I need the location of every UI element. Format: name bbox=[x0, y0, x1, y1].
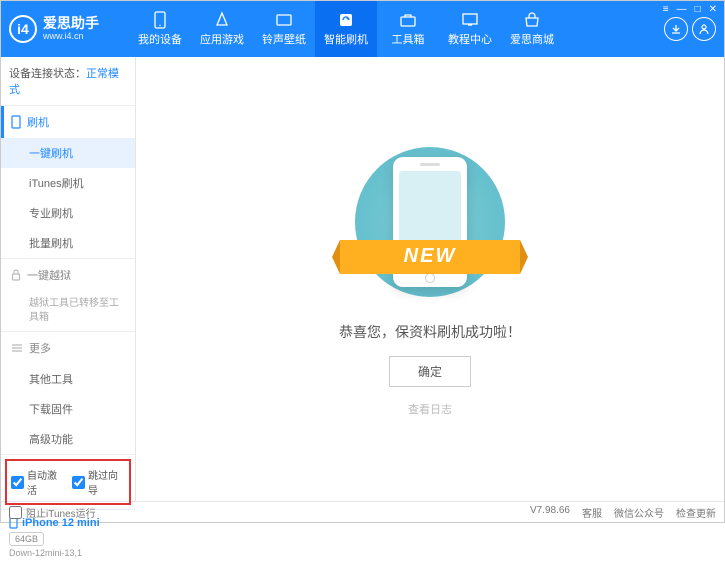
view-log-link[interactable]: 查看日志 bbox=[408, 401, 452, 417]
sidebar-section-flash[interactable]: 刷机 bbox=[1, 106, 135, 138]
sidebar-item-advanced[interactable]: 高级功能 bbox=[1, 424, 135, 454]
user-icon[interactable] bbox=[692, 17, 716, 41]
main-content: NEW 恭喜您，保资料刷机成功啦！ 确定 查看日志 bbox=[136, 57, 724, 501]
connection-status: 设备连接状态：正常模式 bbox=[1, 57, 135, 106]
nav-my-device[interactable]: 我的设备 bbox=[129, 1, 191, 57]
nav-toolbox[interactable]: 工具箱 bbox=[377, 1, 439, 57]
device-storage: 64GB bbox=[9, 532, 44, 546]
jailbreak-note: 越狱工具已转移至工具箱 bbox=[1, 291, 135, 331]
nav-tutorial[interactable]: 教程中心 bbox=[439, 1, 501, 57]
sidebar-item-itunes-flash[interactable]: iTunes刷机 bbox=[1, 168, 135, 198]
block-itunes-checkbox[interactable]: 阻止iTunes运行 bbox=[9, 505, 96, 520]
app-url: www.i4.cn bbox=[43, 32, 99, 42]
sidebar-item-batch-flash[interactable]: 批量刷机 bbox=[1, 228, 135, 258]
auto-activate-checkbox[interactable]: 自动激活 bbox=[11, 467, 64, 497]
version-label: V7.98.66 bbox=[530, 505, 570, 520]
app-title: 爱思助手 bbox=[43, 16, 99, 31]
success-message: 恭喜您，保资料刷机成功啦！ bbox=[339, 322, 521, 342]
logo: i4 爱思助手 www.i4.cn bbox=[9, 15, 129, 43]
sidebar-item-other-tools[interactable]: 其他工具 bbox=[1, 364, 135, 394]
footer-link-support[interactable]: 客服 bbox=[582, 505, 602, 520]
window-controls: ≡ — □ ✕ bbox=[663, 4, 717, 15]
options-highlight-box: 自动激活 跳过向导 bbox=[5, 459, 131, 505]
toolbox-icon bbox=[399, 11, 417, 29]
maximize-icon[interactable]: □ bbox=[695, 4, 701, 15]
nav-flash[interactable]: 智能刷机 bbox=[315, 1, 377, 57]
sidebar-item-pro-flash[interactable]: 专业刷机 bbox=[1, 198, 135, 228]
device-icon bbox=[151, 11, 169, 29]
flash-icon bbox=[337, 11, 355, 29]
skip-guide-checkbox[interactable]: 跳过向导 bbox=[72, 467, 125, 497]
app-header: ≡ — □ ✕ i4 爱思助手 www.i4.cn 我的设备 应用游戏 铃声壁纸… bbox=[1, 1, 724, 57]
header-right bbox=[664, 17, 716, 41]
success-illustration: NEW bbox=[350, 142, 510, 302]
new-ribbon: NEW bbox=[340, 240, 520, 274]
minimize-icon[interactable]: — bbox=[677, 4, 687, 15]
sidebar-section-jailbreak[interactable]: 一键越狱 bbox=[1, 259, 135, 291]
top-nav: 我的设备 应用游戏 铃声壁纸 智能刷机 工具箱 教程中心 爱思商城 bbox=[129, 1, 664, 57]
media-icon bbox=[275, 11, 293, 29]
nav-media[interactable]: 铃声壁纸 bbox=[253, 1, 315, 57]
more-icon bbox=[11, 343, 23, 353]
lock-icon bbox=[11, 269, 21, 281]
nav-apps[interactable]: 应用游戏 bbox=[191, 1, 253, 57]
close-icon[interactable]: ✕ bbox=[709, 4, 717, 15]
sidebar-item-download-firmware[interactable]: 下载固件 bbox=[1, 394, 135, 424]
device-sub: Down-12mini-13,1 bbox=[9, 548, 127, 558]
nav-store[interactable]: 爱思商城 bbox=[501, 1, 563, 57]
phone-icon bbox=[11, 115, 21, 129]
footer-link-update[interactable]: 检查更新 bbox=[676, 505, 716, 520]
ok-button[interactable]: 确定 bbox=[389, 356, 471, 387]
download-icon[interactable] bbox=[664, 17, 688, 41]
store-icon bbox=[523, 11, 541, 29]
logo-icon: i4 bbox=[9, 15, 37, 43]
menu-icon[interactable]: ≡ bbox=[663, 4, 669, 15]
apps-icon bbox=[213, 11, 231, 29]
sidebar-section-more[interactable]: 更多 bbox=[1, 332, 135, 364]
sidebar-item-oneclick-flash[interactable]: 一键刷机 bbox=[1, 138, 135, 168]
sidebar: 设备连接状态：正常模式 刷机 一键刷机 iTunes刷机 专业刷机 批量刷机 一… bbox=[1, 57, 136, 501]
footer-link-wechat[interactable]: 微信公众号 bbox=[614, 505, 664, 520]
tutorial-icon bbox=[461, 11, 479, 29]
